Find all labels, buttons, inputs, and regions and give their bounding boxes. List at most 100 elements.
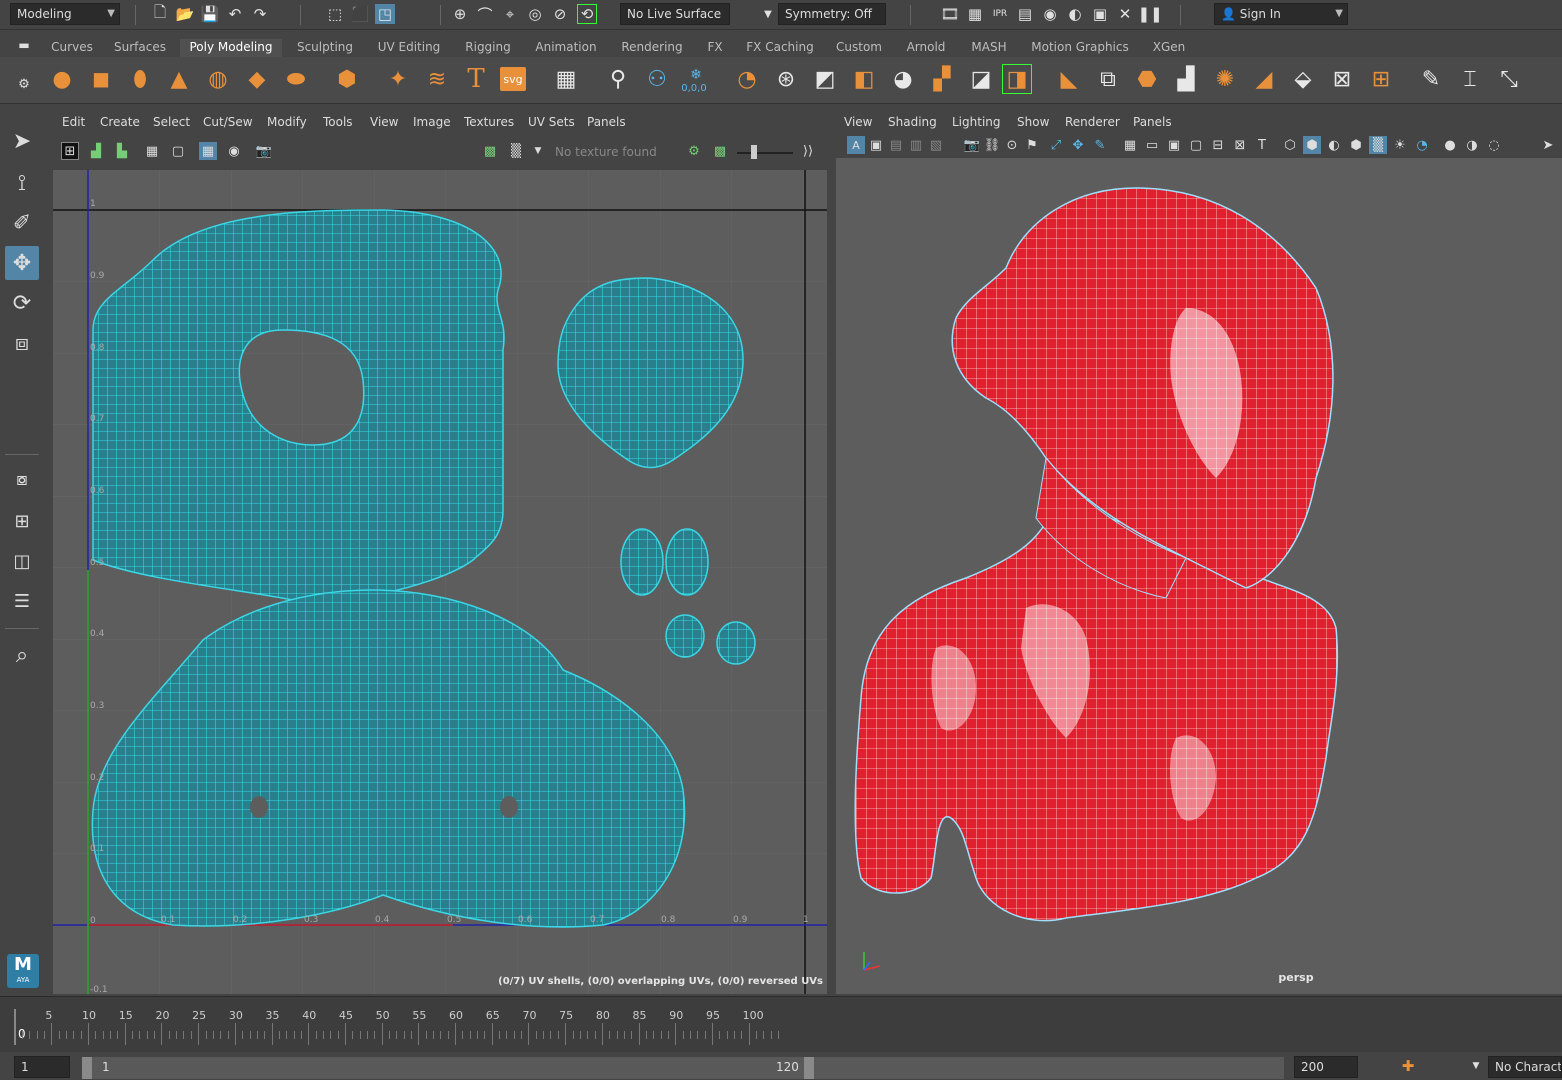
- tab-sculpting[interactable]: Sculpting: [290, 39, 360, 57]
- move-tool-icon[interactable]: ✥: [5, 246, 39, 280]
- menu-lighting[interactable]: Lighting: [952, 115, 1001, 129]
- poly-plane-icon[interactable]: ◆: [242, 64, 272, 94]
- chevron-down-icon[interactable]: ▼: [529, 142, 547, 160]
- poly-cone-icon[interactable]: ▲: [164, 64, 194, 94]
- range-handle-start[interactable]: [82, 1057, 92, 1079]
- film-gate-icon[interactable]: ▭: [1143, 136, 1161, 154]
- smooth-shade-icon[interactable]: ⬢: [1303, 136, 1321, 154]
- end-time-field[interactable]: 200: [1294, 1056, 1358, 1078]
- uv-shell-icon[interactable]: ⊞: [61, 142, 79, 160]
- image-plane-icon[interactable]: ▥: [907, 136, 925, 154]
- select-object-icon[interactable]: ⬛: [350, 4, 370, 24]
- pause-icon[interactable]: ❚❚: [1137, 4, 1162, 24]
- persp-canvas[interactable]: persp: [836, 158, 1562, 994]
- snap-point-icon[interactable]: ⌖: [500, 4, 520, 24]
- tab-rendering[interactable]: Rendering: [614, 39, 690, 57]
- gear-icon[interactable]: ⚙: [14, 74, 34, 94]
- type-icon[interactable]: ▦: [551, 64, 581, 94]
- animation-layer-icon[interactable]: ✚: [1398, 1056, 1418, 1076]
- menu-tools[interactable]: Tools: [323, 115, 353, 129]
- poly-sphere-icon[interactable]: ●: [47, 64, 77, 94]
- sign-in-menu[interactable]: 👤 Sign In ▼: [1214, 3, 1348, 25]
- checker-icon[interactable]: ▟: [87, 142, 105, 160]
- tab-xgen[interactable]: XGen: [1146, 39, 1192, 57]
- shaded-icon[interactable]: ▙: [113, 142, 131, 160]
- tab-curves[interactable]: Curves: [44, 39, 100, 57]
- gate-mask-icon[interactable]: ▢: [1187, 136, 1205, 154]
- safe-action-icon[interactable]: ⊠: [1231, 136, 1249, 154]
- antialias-icon[interactable]: ◌: [1485, 136, 1503, 154]
- fill-hole-icon[interactable]: ⬣: [1132, 64, 1162, 94]
- select-camera-icon[interactable]: A: [847, 136, 865, 154]
- pixel-snap-icon[interactable]: ◉: [225, 142, 243, 160]
- exposure-slider[interactable]: [737, 152, 793, 154]
- tab-arnold[interactable]: Arnold: [898, 39, 954, 57]
- bridge-icon[interactable]: ◪: [966, 64, 996, 94]
- exposure-slider-handle[interactable]: [751, 145, 757, 159]
- lasso-tool-icon[interactable]: ⟟: [5, 166, 39, 200]
- light-editor-icon[interactable]: ▣: [1090, 4, 1110, 24]
- tab-custom[interactable]: Custom: [830, 39, 888, 57]
- tab-rigging[interactable]: Rigging: [458, 39, 518, 57]
- grid-icon[interactable]: ▦: [143, 142, 161, 160]
- resolution-gate-icon[interactable]: ▣: [1165, 136, 1183, 154]
- menu-image[interactable]: Image: [413, 115, 451, 129]
- svg-icon[interactable]: svg: [500, 67, 526, 91]
- flag-icon[interactable]: ⚑: [1023, 136, 1041, 154]
- range-slider[interactable]: 1 120: [82, 1057, 1284, 1079]
- mirror-icon[interactable]: ◧: [849, 64, 879, 94]
- menu-panels[interactable]: Panels: [1133, 115, 1172, 129]
- character-set-field[interactable]: No Charact: [1488, 1056, 1562, 1078]
- tab-fx[interactable]: FX: [700, 39, 730, 57]
- redo-icon[interactable]: ↷: [250, 4, 270, 24]
- menu-modify[interactable]: Modify: [267, 115, 307, 129]
- perspective-viewport[interactable]: persp: [836, 158, 1562, 994]
- snap-live-icon[interactable]: ⟲: [577, 4, 597, 24]
- multicut-icon[interactable]: ◨: [1002, 64, 1032, 94]
- tab-poly-modeling[interactable]: Poly Modeling: [180, 39, 282, 57]
- snap-curve-icon[interactable]: ⌒: [475, 4, 495, 24]
- manipulator-icon[interactable]: ⤢: [1047, 136, 1065, 154]
- shadows-icon[interactable]: ◔: [1413, 136, 1431, 154]
- super-shape-icon[interactable]: ✦: [383, 64, 413, 94]
- texture-field[interactable]: No texture found: [549, 142, 677, 162]
- open-scene-icon[interactable]: 📂: [175, 4, 195, 24]
- poly-helix-icon[interactable]: ≋: [422, 64, 452, 94]
- menu-cut-sew[interactable]: Cut/Sew: [203, 115, 253, 129]
- poly-cube-icon[interactable]: ◼: [86, 64, 116, 94]
- paint-select-icon[interactable]: ✐: [5, 206, 39, 240]
- offset-loop-icon[interactable]: ◢: [1249, 64, 1279, 94]
- render-view-icon[interactable]: 🎞: [940, 4, 960, 24]
- bevel-edge-icon[interactable]: ◣: [1054, 64, 1084, 94]
- uv-canvas[interactable]: 1 0.9 0.8 0.7 0.6 0.5 0.4 0.3 0.2 0.1 0 …: [53, 170, 827, 994]
- 2d-pan-icon[interactable]: ▧: [927, 136, 945, 154]
- select-component-icon[interactable]: ◳: [375, 4, 395, 24]
- poly-disc-icon[interactable]: ⬬: [281, 64, 311, 94]
- bookmark-icon[interactable]: ▤: [887, 136, 905, 154]
- select-tool-icon[interactable]: ➤: [5, 124, 39, 158]
- textured-icon[interactable]: ▒: [1369, 136, 1387, 154]
- current-frame-marker[interactable]: [14, 1009, 16, 1045]
- snap-grid-icon[interactable]: ⊕: [450, 4, 470, 24]
- checker-map-icon[interactable]: ▒: [507, 142, 525, 160]
- render-settings-icon[interactable]: ▤: [1015, 4, 1035, 24]
- tab-animation[interactable]: Animation: [527, 39, 605, 57]
- time-slider[interactable]: 0 51015202530354045505560657075808590951…: [0, 996, 1562, 1052]
- separate-icon[interactable]: ⊛: [771, 64, 801, 94]
- dim-image-icon[interactable]: ▢: [169, 142, 187, 160]
- mode-menu[interactable]: Modeling ▼: [10, 3, 120, 25]
- tab-surfaces[interactable]: Surfaces: [108, 39, 172, 57]
- bevel-icon[interactable]: ⚇: [642, 64, 672, 94]
- wireframe-on-shaded-icon[interactable]: ⬢: [1347, 136, 1365, 154]
- combine-icon[interactable]: ◔: [732, 64, 762, 94]
- persp-outliner-icon[interactable]: ◫: [5, 544, 39, 578]
- smooth-icon[interactable]: ◩: [810, 64, 840, 94]
- select-hierarchy-icon[interactable]: ⬚: [325, 4, 345, 24]
- snapshot-icon[interactable]: 📷: [255, 142, 273, 160]
- scale-tool-icon[interactable]: ⧈: [5, 326, 39, 360]
- lights-icon[interactable]: ☀: [1391, 136, 1409, 154]
- menu-create[interactable]: Create: [100, 115, 140, 129]
- expand-icon[interactable]: ⟩⟩: [799, 142, 817, 160]
- chevron-down-icon[interactable]: ▼: [758, 4, 778, 24]
- move-icon[interactable]: ✥: [1069, 136, 1087, 154]
